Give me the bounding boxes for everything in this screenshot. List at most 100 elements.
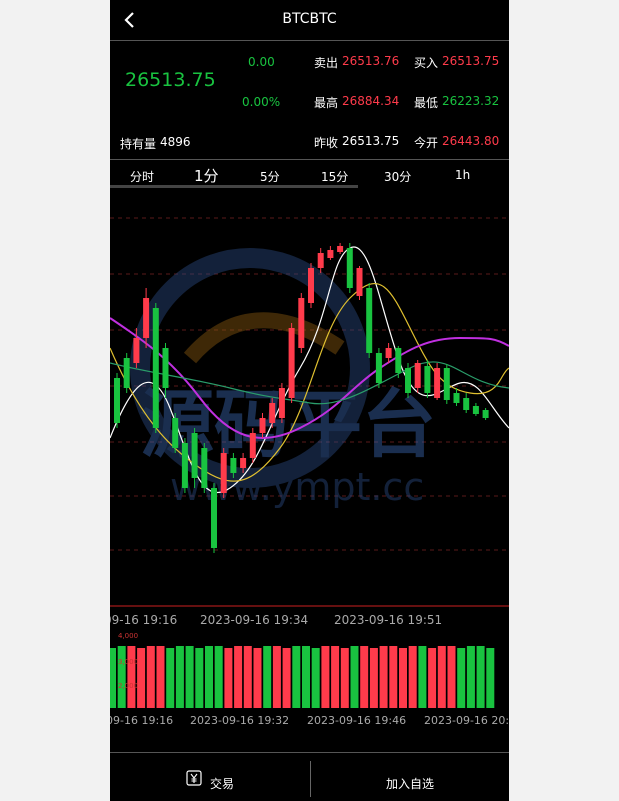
candle [395, 348, 402, 373]
volume-bar [185, 646, 194, 708]
yuan-icon [186, 770, 202, 786]
header: BTCBTC [110, 0, 509, 41]
prev-close-value: 26513.75 [342, 134, 400, 148]
candle [453, 393, 460, 403]
tab-15min[interactable]: 15分 [321, 168, 348, 185]
candle [298, 298, 305, 348]
candle [385, 348, 392, 358]
page-title: BTCBTC [282, 11, 337, 27]
volume-bar [195, 648, 204, 708]
tab-1min[interactable]: 1分 [194, 165, 219, 186]
volume-bar [156, 646, 165, 708]
volume-time-label-1: 09-16 19:16 [110, 714, 173, 727]
tab-1h[interactable]: 1h [455, 168, 470, 182]
volume-bar [302, 646, 310, 708]
open-value: 26443.80 [442, 134, 500, 148]
candle [201, 448, 208, 488]
volume-bar [418, 646, 427, 708]
buy-label: 买入 [414, 56, 439, 70]
candle [463, 398, 470, 410]
volume-bar [369, 648, 378, 708]
price-change: 0.00 [248, 55, 275, 69]
candle [327, 250, 334, 258]
volume-bar [110, 648, 116, 708]
volume-bar [408, 646, 417, 708]
candle [434, 368, 441, 398]
time-label-3: 2023-09-16 19:51 [334, 613, 442, 627]
volume-bars [110, 646, 495, 708]
candle [414, 363, 421, 388]
candle [114, 378, 120, 423]
high-label: 最高 [314, 96, 339, 110]
volume-bar [399, 648, 407, 708]
low-label: 最低 [414, 96, 439, 110]
volume-bar [146, 646, 155, 708]
time-label-2: 2023-09-16 19:34 [200, 613, 308, 627]
volume-bar [292, 646, 301, 708]
candle [162, 348, 169, 388]
candle [123, 358, 130, 388]
candle [356, 268, 363, 296]
candle [482, 410, 489, 418]
volume-bar [340, 648, 349, 708]
volume-bar [214, 646, 223, 708]
volume-bar [234, 646, 243, 708]
prev-close-label: 昨收 [314, 136, 339, 150]
volume-bar [447, 646, 456, 708]
price-change-pct: 0.00% [242, 95, 281, 109]
tab-timeshare[interactable]: 分时 [130, 168, 154, 185]
candle [288, 328, 295, 398]
volume-bar [476, 646, 485, 708]
buy-value: 26513.75 [442, 54, 500, 68]
tab-30min[interactable]: 30分 [384, 168, 411, 185]
candle [424, 366, 431, 393]
candle [249, 433, 256, 458]
volume-bar [457, 648, 466, 708]
candle [366, 288, 373, 353]
volume-bar [243, 646, 252, 708]
volume-bar [137, 648, 146, 708]
candle [230, 458, 237, 473]
volume-time-label-4: 2023-09-16 20:00 [424, 714, 509, 727]
volume-bar [263, 646, 272, 708]
candle [278, 388, 285, 418]
volume-bar [127, 646, 136, 708]
volume-time-label-2: 2023-09-16 19:32 [190, 714, 289, 727]
candlestick-chart[interactable]: 源码平台 www.ympt.cc 09-16 19:16 2023-09-16 … [110, 188, 509, 752]
volume-tick-3: 2,000 [118, 682, 138, 690]
candle [240, 458, 247, 468]
volume-bar [466, 646, 475, 708]
add-favorite-button[interactable]: 加入自选 [311, 753, 509, 801]
trade-label: 交易 [210, 777, 235, 791]
high-value: 26884.34 [342, 94, 400, 108]
time-label-1: 09-16 19:16 [110, 613, 177, 627]
open-label: 今开 [414, 136, 439, 150]
volume-bar [331, 646, 340, 708]
volume-tick-1: 4,000 [118, 632, 138, 640]
trade-button[interactable]: 交易 [110, 753, 310, 801]
volume-bar [311, 648, 320, 708]
candle [472, 406, 479, 414]
candle [143, 298, 150, 338]
candle [181, 443, 188, 488]
candle [375, 353, 382, 383]
candle [191, 433, 198, 478]
candle [211, 488, 217, 548]
candle [269, 403, 276, 423]
volume-bar [282, 648, 291, 708]
volume-tick-2: 3,000 [118, 658, 138, 666]
candle [259, 418, 266, 433]
timeframe-tabs: 分时 1分 5分 15分 30分 1h [110, 160, 509, 188]
candle [152, 308, 159, 428]
candle [317, 253, 324, 268]
tab-5min[interactable]: 5分 [260, 168, 280, 185]
low-value: 26223.32 [442, 94, 500, 108]
quote-panel: 26513.75 0.00 0.00% 卖出 26513.76 买入 26513… [110, 41, 509, 160]
candle [346, 248, 353, 288]
volume-bar [389, 646, 398, 708]
holding-label: 持有量 [120, 137, 157, 151]
volume-bar [428, 648, 437, 708]
volume-bar [272, 646, 281, 708]
candle [220, 453, 227, 493]
volume-bar [175, 646, 184, 708]
